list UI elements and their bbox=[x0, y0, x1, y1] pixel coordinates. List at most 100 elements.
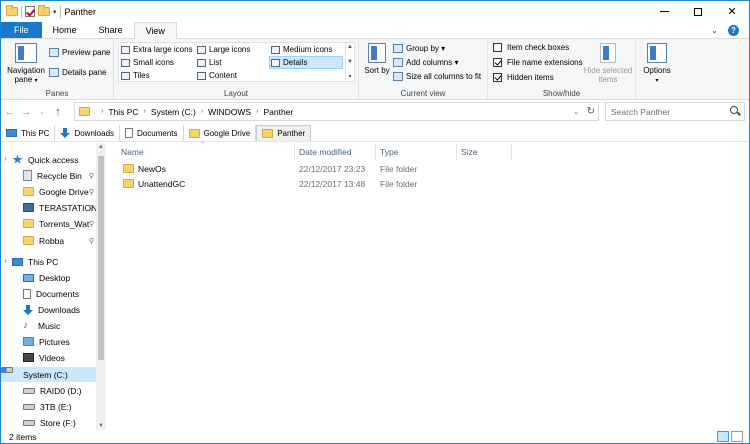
item-check-boxes-toggle[interactable]: Item check boxes bbox=[493, 43, 569, 52]
layout-large-icons[interactable]: Large icons bbox=[197, 45, 250, 54]
nav-pictures[interactable]: Pictures bbox=[1, 334, 96, 349]
search-icon bbox=[730, 106, 738, 114]
navigation-pane-button[interactable]: Navigation pane ▾ bbox=[4, 43, 48, 86]
file-name-extensions-toggle[interactable]: File name extensions bbox=[493, 58, 583, 67]
favorite-google-drive[interactable]: Google Drive bbox=[184, 125, 257, 141]
nav-this-pc[interactable]: › This PC bbox=[1, 254, 96, 269]
customize-toolbar-icon[interactable]: ▾ bbox=[53, 8, 57, 16]
tab-view[interactable]: View bbox=[133, 22, 177, 40]
new-folder-icon[interactable] bbox=[38, 5, 50, 16]
search-input[interactable]: Search Panther bbox=[605, 102, 745, 121]
item-check-boxes-checkbox[interactable] bbox=[493, 43, 502, 52]
table-row[interactable]: NewOs 22/12/2017 23:23 File folder bbox=[109, 161, 509, 176]
hidden-items-toggle[interactable]: Hidden items bbox=[493, 73, 554, 82]
layout-details[interactable]: Details bbox=[269, 56, 343, 69]
separator bbox=[59, 5, 61, 18]
size-all-columns-button[interactable]: Size all columns to fit bbox=[393, 72, 481, 81]
breadcrumb-system-c[interactable]: System (C:) bbox=[151, 107, 196, 117]
options-button[interactable]: Options ▾ bbox=[639, 43, 675, 86]
nav-3tb-e[interactable]: 3TB (E:) bbox=[1, 399, 96, 414]
tab-file[interactable]: File bbox=[1, 22, 42, 38]
breadcrumb-windows[interactable]: WINDOWS bbox=[208, 107, 251, 117]
size-columns-icon bbox=[393, 72, 403, 81]
details-pane-button[interactable]: Details pane bbox=[49, 68, 106, 77]
document-icon bbox=[125, 128, 134, 138]
favorite-documents[interactable]: Documents bbox=[120, 125, 184, 141]
file-name-extensions-checkbox[interactable] bbox=[493, 58, 502, 67]
address-bar[interactable]: › This PC › System (C:) › WINDOWS › Pant… bbox=[74, 102, 599, 121]
file-list: ⌃ Name Date modified Type Size NewOs 22/… bbox=[109, 142, 749, 430]
breadcrumb-panther[interactable]: Panther bbox=[263, 107, 293, 117]
sort-by-button[interactable]: Sort by bbox=[364, 43, 390, 75]
chevron-down-icon[interactable]: ⌄ bbox=[711, 26, 718, 35]
tab-share[interactable]: Share bbox=[88, 22, 134, 38]
nav-music[interactable]: ♪ Music bbox=[1, 318, 96, 333]
hide-selected-items-button[interactable]: Hide selected items bbox=[583, 43, 633, 84]
group-by-button[interactable]: Group by ▾ bbox=[393, 44, 445, 53]
nav-downloads[interactable]: Downloads bbox=[1, 302, 96, 317]
nav-system-c[interactable]: System (C:) bbox=[1, 367, 96, 382]
nav-store-f[interactable]: Store (F:) bbox=[1, 415, 96, 430]
nav-recycle-bin[interactable]: Recycle Bin ⚲ bbox=[1, 168, 96, 183]
help-icon[interactable]: ? bbox=[728, 24, 739, 36]
ribbon-tabs: File Home Share View ⌄ ? bbox=[1, 22, 749, 40]
add-columns-button[interactable]: Add columns ▾ bbox=[393, 58, 459, 67]
refresh-icon[interactable]: ↻ bbox=[587, 106, 595, 117]
address-dropdown-icon[interactable]: ⌄ bbox=[573, 108, 579, 116]
add-columns-label: Add columns bbox=[406, 58, 453, 67]
favorite-downloads[interactable]: Downloads bbox=[55, 125, 121, 141]
hide-selected-label: Hide selected items bbox=[583, 66, 633, 84]
item-check-boxes-label: Item check boxes bbox=[507, 43, 570, 52]
nav-documents[interactable]: Documents bbox=[1, 286, 96, 301]
breadcrumb-this-pc[interactable]: This PC bbox=[108, 107, 138, 117]
close-button[interactable]: ✕ bbox=[715, 1, 749, 22]
layout-list[interactable]: List bbox=[197, 58, 221, 67]
scroll-thumb[interactable] bbox=[98, 156, 104, 360]
document-icon bbox=[23, 288, 31, 299]
nav-videos[interactable]: Videos bbox=[1, 350, 96, 365]
nav-google-drive[interactable]: Google Drive ⚲ bbox=[1, 184, 96, 199]
layout-content[interactable]: Content bbox=[197, 71, 237, 80]
nav-terastation[interactable]: TERASTATION ⚲ bbox=[1, 200, 96, 215]
back-button[interactable]: ← bbox=[3, 106, 17, 118]
details-view-icon[interactable] bbox=[717, 431, 729, 442]
up-button[interactable]: ↑ bbox=[51, 106, 65, 118]
hidden-items-checkbox[interactable] bbox=[493, 73, 502, 82]
layout-medium-icons[interactable]: Medium icons bbox=[271, 45, 332, 54]
nav-torrents-wat[interactable]: Torrents_Wat ⚲ bbox=[1, 216, 96, 231]
column-header-type[interactable]: Type bbox=[376, 143, 457, 160]
large-icons-view-icon[interactable] bbox=[731, 431, 743, 442]
layout-small-icons[interactable]: Small icons bbox=[121, 58, 174, 67]
favorite-this-pc[interactable]: This PC bbox=[1, 125, 56, 141]
folder-icon bbox=[23, 236, 34, 245]
tab-home[interactable]: Home bbox=[42, 22, 88, 38]
nav-scrollbar[interactable]: ▲ ▼ bbox=[96, 143, 106, 430]
layout-gallery-scroll[interactable]: ▲ ▼ ▾ bbox=[345, 43, 354, 81]
minimize-button[interactable] bbox=[647, 1, 681, 22]
folder-icon bbox=[123, 179, 134, 188]
column-header-name[interactable]: Name bbox=[117, 143, 295, 160]
pin-icon: ⚲ bbox=[88, 188, 94, 196]
forward-button[interactable]: → bbox=[19, 106, 33, 118]
preview-pane-button[interactable]: Preview pane bbox=[49, 48, 110, 57]
table-row[interactable]: UnattendGC 22/12/2017 13:48 File folder bbox=[109, 176, 509, 191]
layout-tiles[interactable]: Tiles bbox=[121, 71, 150, 80]
column-header-date-modified[interactable]: Date modified bbox=[295, 143, 376, 160]
pictures-icon bbox=[23, 337, 34, 346]
nav-quick-access[interactable]: › Quick access bbox=[1, 152, 96, 167]
current-view-group-label: Current view bbox=[400, 89, 446, 98]
show-hide-group: Item check boxes File name extensions Hi… bbox=[488, 39, 636, 100]
layout-extra-large-icons[interactable]: Extra large icons bbox=[121, 45, 193, 54]
column-header-size[interactable]: Size bbox=[457, 143, 512, 160]
nav-robba[interactable]: Robba ⚲ bbox=[1, 233, 96, 248]
properties-icon[interactable] bbox=[25, 6, 35, 17]
nav-desktop[interactable]: Desktop bbox=[1, 270, 96, 285]
maximize-button[interactable] bbox=[681, 1, 715, 22]
group-by-label: Group by bbox=[406, 44, 439, 53]
recent-locations-button[interactable]: ⌄ bbox=[35, 108, 49, 116]
nav-raid0-d[interactable]: RAID0 (D:) bbox=[1, 383, 96, 398]
favorite-panther[interactable]: Panther bbox=[256, 125, 312, 141]
window-controls: ✕ bbox=[647, 1, 749, 22]
scroll-down-arrow[interactable]: ▼ bbox=[96, 423, 106, 429]
scroll-up-arrow[interactable]: ▲ bbox=[96, 144, 106, 150]
